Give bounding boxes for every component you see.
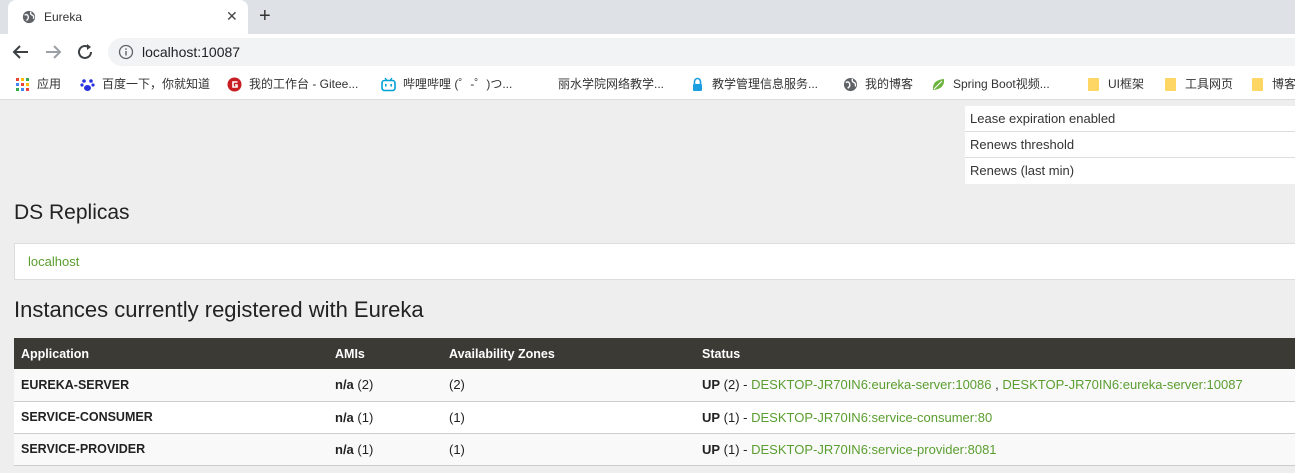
instance-link[interactable]: DESKTOP-JR70IN6:eureka-server:10087 xyxy=(1002,377,1242,392)
bookmark-label: 教学管理信息服务... xyxy=(712,77,819,91)
status-count: (2) - xyxy=(720,377,752,393)
tab-strip: Eureka ✕ + xyxy=(0,0,1295,34)
table-row: EUREKA-SERVER n/a (2) (2) UP (2) - DESKT… xyxy=(14,369,1295,401)
link-separator: , xyxy=(991,377,1003,393)
apps-grid-icon xyxy=(16,78,29,91)
ds-replicas-list: localhost xyxy=(14,243,1295,280)
status-value: UP xyxy=(702,409,721,425)
amis-value: n/a xyxy=(335,441,354,457)
table-header-row: Application AMIs Availability Zones Stat… xyxy=(14,338,1295,369)
instance-link[interactable]: DESKTOP-JR70IN6:service-consumer:80 xyxy=(751,410,992,425)
amis-value: n/a xyxy=(335,409,354,425)
bookmark-label: 应用 xyxy=(37,77,62,91)
globe-icon xyxy=(843,77,858,92)
application-cell: EUREKA-SERVER xyxy=(21,377,130,392)
amis-count: (1) xyxy=(353,409,374,425)
status-cell: UP (2) - DESKTOP-JR70IN6:eureka-server:1… xyxy=(695,369,1295,401)
url-text: localhost:10087 xyxy=(142,44,241,60)
bookmark-label: 我的博客 xyxy=(865,77,914,91)
tab-title: Eureka xyxy=(44,10,83,24)
lock-icon xyxy=(693,77,702,91)
amis-value: n/a xyxy=(335,377,354,393)
folder-icon xyxy=(1088,78,1099,91)
status-count: (1) - xyxy=(720,409,752,425)
forward-arrow-icon[interactable] xyxy=(42,41,64,63)
bookmark-label: Spring Boot视频... xyxy=(953,77,1050,91)
lease-row: Lease expiration enabled xyxy=(965,106,1295,132)
back-arrow-icon[interactable] xyxy=(10,41,32,63)
browser-tab[interactable]: Eureka ✕ xyxy=(8,0,248,34)
column-header: Status xyxy=(702,346,741,361)
blank-page-icon xyxy=(536,77,551,92)
gitee-icon xyxy=(227,77,242,92)
lease-info-table: Lease expiration enabled Renews threshol… xyxy=(965,106,1295,184)
replica-link[interactable]: localhost xyxy=(28,254,79,269)
baidu-paw-icon xyxy=(80,79,95,91)
status-cell: UP (1) - DESKTOP-JR70IN6:service-provide… xyxy=(695,433,1295,465)
bookmark-label: 博客 xyxy=(1272,77,1295,91)
lease-row: Renews threshold xyxy=(965,132,1295,158)
status-value: UP xyxy=(702,377,721,393)
instances-heading: Instances currently registered with Eure… xyxy=(14,297,424,322)
reload-icon[interactable] xyxy=(74,41,96,63)
spring-leaf-icon xyxy=(932,79,945,90)
table-row: SERVICE-PROVIDER n/a (1) (1) UP (1) - DE… xyxy=(14,433,1295,465)
browser-toolbar: localhost:10087 xyxy=(0,34,1295,70)
amis-count: (2) xyxy=(353,377,374,393)
bookmarks-bar: 应用 百度一下，你就知道 我的工作台 - Gitee... 哔哩哔哩 (゜-゜)… xyxy=(0,70,1295,100)
amis-cell: n/a (1) xyxy=(328,401,442,433)
close-tab-icon[interactable]: ✕ xyxy=(226,8,238,25)
status-value: UP xyxy=(702,441,721,457)
bookmark-label: 哔哩哔哩 (゜-゜)つ... xyxy=(403,77,513,91)
status-count: (1) - xyxy=(720,441,752,457)
bookmark-label: UI框架 xyxy=(1108,77,1145,91)
column-header: Availability Zones xyxy=(449,346,555,361)
bilibili-icon xyxy=(381,77,396,92)
zones-cell: (2) xyxy=(449,377,465,393)
instance-link[interactable]: DESKTOP-JR70IN6:eureka-server:10086 xyxy=(751,377,991,392)
folder-icon xyxy=(1252,78,1263,91)
column-header: AMIs xyxy=(335,346,365,361)
application-cell: SERVICE-PROVIDER xyxy=(21,442,146,456)
lease-row: Renews (last min) xyxy=(970,163,1075,178)
table-row: SERVICE-CONSUMER n/a (1) (1) UP (1) - DE… xyxy=(14,401,1295,433)
bookmark-label: 工具网页 xyxy=(1185,77,1234,91)
folder-icon xyxy=(1165,78,1176,91)
ds-replicas-heading: DS Replicas xyxy=(14,201,130,224)
amis-cell: n/a (1) xyxy=(328,433,442,465)
instances-table: Application AMIs Availability Zones Stat… xyxy=(14,338,1295,466)
amis-cell: n/a (2) xyxy=(328,369,442,401)
zones-cell: (1) xyxy=(449,409,465,425)
new-tab-icon[interactable]: + xyxy=(259,5,271,28)
address-bar[interactable]: localhost:10087 xyxy=(108,38,1295,66)
zones-cell: (1) xyxy=(449,441,465,457)
application-cell: SERVICE-CONSUMER xyxy=(21,410,153,424)
bookmark-label: 百度一下，你就知道 xyxy=(102,77,211,91)
bookmark-label: 我的工作台 - Gitee... xyxy=(249,77,359,91)
instance-link[interactable]: DESKTOP-JR70IN6:service-provider:8081 xyxy=(751,442,996,457)
column-header: Application xyxy=(21,346,90,361)
amis-count: (1) xyxy=(353,441,374,457)
globe-icon xyxy=(22,10,36,24)
info-icon[interactable] xyxy=(118,44,134,60)
status-cell: UP (1) - DESKTOP-JR70IN6:service-consume… xyxy=(695,401,1295,433)
bookmark-label: 丽水学院网络教学... xyxy=(558,77,665,91)
eureka-page: Lease expiration enabled Renews threshol… xyxy=(0,101,1295,473)
